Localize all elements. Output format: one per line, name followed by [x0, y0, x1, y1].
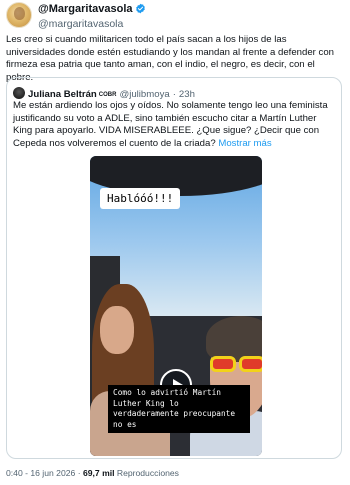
views-count: 69,7 mil [82, 468, 115, 478]
quoted-tweet[interactable]: Juliana Beltrán COBR @julibmoya · 23h Me est… [6, 77, 342, 459]
quoted-text-body: Me están ardiendo los ojos y oídos. No s… [13, 100, 328, 149]
quoted-badge: COBR [98, 92, 117, 98]
verified-badge-icon [135, 3, 146, 18]
quoted-name[interactable]: Juliana Beltrán [28, 89, 97, 100]
quoted-separator: · [172, 89, 176, 100]
video-caption-top: Hablóóó!!! [100, 188, 181, 209]
quoted-avatar[interactable] [13, 87, 25, 99]
author-names: @Margaritavasola @margaritavasola [38, 2, 146, 31]
tweet-footer: 0:40 - 16 jun 2026 · 69,7 mil Reproducci… [6, 468, 179, 478]
author-display-name-row[interactable]: @Margaritavasola [38, 2, 146, 18]
video-player[interactable]: Hablóóó!!! Como lo advirtió Martín Luthe… [90, 156, 262, 456]
quoted-text: Me están ardiendo los ojos y oídos. No s… [13, 100, 335, 150]
quoted-handle[interactable]: @julibmoya [119, 89, 169, 100]
video-woman-face [100, 306, 134, 354]
sunglasses-icon [208, 356, 262, 374]
quoted-header: Juliana Beltrán COBR @julibmoya · 23h [13, 84, 195, 100]
video-caption-bottom: Como lo advirtió Martín Luther King lo v… [108, 385, 250, 433]
tweet-timestamp[interactable]: 0:40 - 16 jun 2026 [6, 468, 75, 478]
show-more-link[interactable]: Mostrar más [218, 138, 271, 149]
quoted-time[interactable]: 23h [179, 89, 195, 100]
author-handle[interactable]: @margaritavasola [38, 18, 146, 31]
footer-separator: · [77, 468, 81, 478]
author-display-name[interactable]: @Margaritavasola [38, 3, 133, 15]
tweet-header: @Margaritavasola @margaritavasola [6, 2, 336, 30]
views-label: Reproducciones [116, 468, 179, 478]
author-avatar[interactable] [6, 2, 32, 28]
